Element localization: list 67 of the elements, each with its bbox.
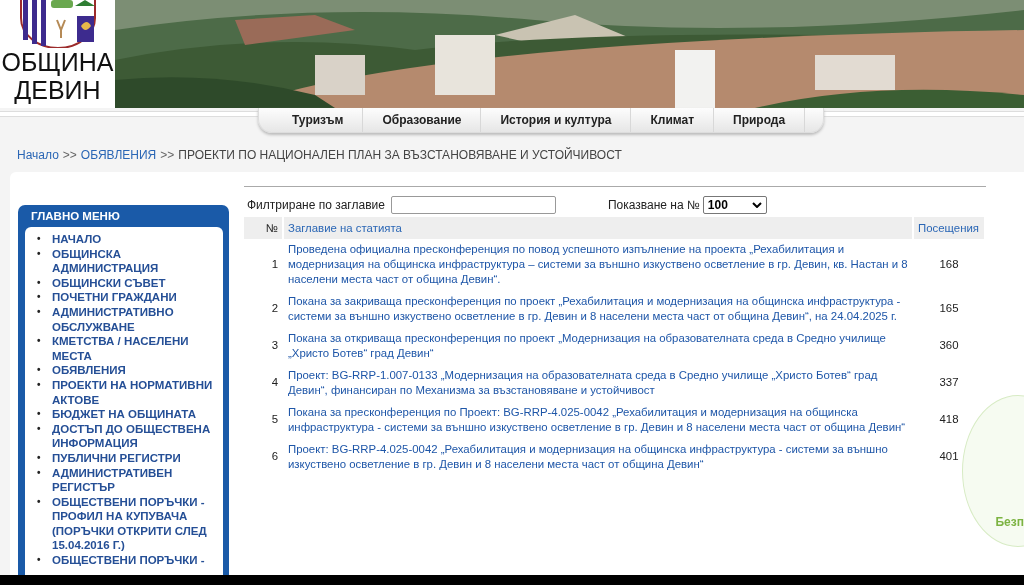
bullet: • xyxy=(37,304,42,319)
nav-link[interactable]: Туризъм xyxy=(273,108,364,132)
menu-item[interactable]: ПРОЕКТИ НА НОРМАТИВНИ АКТОВЕ xyxy=(52,377,221,408)
breadcrumb-separator: >> xyxy=(160,148,175,162)
bullet: • xyxy=(37,334,42,349)
nav-link[interactable]: История и култура xyxy=(481,108,632,132)
visits-cell-text: 401 xyxy=(938,449,960,464)
bullet: • xyxy=(37,290,42,305)
menu-item[interactable]: ДОСТЪП ДО ОБЩЕСТВЕНА ИНФОРМАЦИЯ xyxy=(52,421,221,451)
visits-cell-text: 168 xyxy=(938,257,960,272)
menu-item[interactable]: АДМИНИСТРАТИВНО ОБСЛУЖВАНЕ xyxy=(52,304,221,335)
row-number: 1 xyxy=(270,257,279,272)
bullet: • xyxy=(37,450,42,465)
breadcrumb-separator: >> xyxy=(62,148,77,162)
menu-item[interactable]: ОБЯВЛЕНИЯ xyxy=(52,363,126,378)
menu-item[interactable]: НАЧАЛО xyxy=(52,232,102,247)
visits-cell-text: 418 xyxy=(938,412,960,427)
visits-cell-text: 165 xyxy=(938,301,960,316)
bullet: • xyxy=(37,494,42,509)
visits-cell-text: 337 xyxy=(938,375,960,390)
site-title: ОБЩИНА xyxy=(1,48,114,76)
bullet: • xyxy=(37,553,42,568)
row-number: 3 xyxy=(270,338,279,353)
menu-item[interactable]: ОБЩИНСКА АДМИНИСТРАЦИЯ xyxy=(52,246,221,276)
bullet: • xyxy=(37,363,42,378)
page-size-dropdown[interactable]: 100 xyxy=(702,196,767,214)
bullet: • xyxy=(37,465,42,480)
breadcrumb-link[interactable]: Начало xyxy=(17,148,59,162)
page-size-label: Показване на № xyxy=(607,198,700,212)
menu-item[interactable]: ОБЩЕСТВЕНИ ПОРЪЧКИ - xyxy=(52,553,205,568)
row-number: 4 xyxy=(270,375,279,390)
bullet: • xyxy=(37,377,42,392)
bullet: • xyxy=(37,275,42,290)
bullet: • xyxy=(37,246,42,261)
column-header: № xyxy=(244,217,282,239)
bullet: • xyxy=(37,407,42,422)
menu-item[interactable]: ПОЧЕТНИ ГРАЖДАНИ xyxy=(52,290,177,305)
breadcrumb-link[interactable]: ОБЯВЛЕНИЯ xyxy=(80,148,157,162)
menu-item[interactable]: ОБЩЕСТВЕНИ ПОРЪЧКИ - ПРОФИЛ НА КУПУВАЧА (ПОРЪЧКИ ОТКРИТИ СЛЕД 15.04.2016 Г.) xyxy=(52,494,221,554)
nav-link[interactable]: Климат xyxy=(631,108,715,132)
article-link[interactable]: Покана за пресконференция по Проект: BG-RRP-4.025-0042 „Рехабилитация и модернизация на общинска инфраструктура - системи за външно изкуствено осветление в гр. Девин и 8 населени места част от община Девин“ xyxy=(284,401,912,438)
row-number: 2 xyxy=(270,301,279,316)
row-number: 6 xyxy=(270,449,279,464)
menu-item[interactable]: АДМИНИСТРАТИВЕН РЕГИСТЪР xyxy=(52,465,221,495)
filter-label: Филтриране по заглавие xyxy=(247,198,385,212)
article-link[interactable]: Проект: BG-RRP-1.007-0133 „Модернизация на образователната среда в Средно училище „Христо Ботев“ град Девин“, финансиран по Механизма за възстановяване и устойчивост xyxy=(284,364,912,401)
article-link[interactable]: Покана за откриваща пресконференция по проект „Модернизация на образователната среда в Средно училище „Христо Ботев“ град Девин“ xyxy=(284,327,912,364)
filter-field[interactable] xyxy=(390,196,556,214)
article-link[interactable]: Покана за закриваща пресконференция по проект „Рехабилитация и модернизация на общинска инфраструктура - системи за външно изкуствено осветление в гр. Девин и 8 населени места част от община Девин“, на 24.04.2025 г. xyxy=(284,290,912,327)
menu-item[interactable]: БЮДЖЕТ НА ОБЩИНАТА xyxy=(52,407,196,422)
menu-item[interactable]: ПУБЛИЧНИ РЕГИСТРИ xyxy=(52,450,181,466)
nav-link[interactable]: Образование xyxy=(363,108,482,132)
article-link[interactable]: Проект: BG-RRP-4.025-0042 „Рехабилитация и модернизация на общинска инфраструктура - системи за външно изкуствено осветление в гр. Девин и 8 населени места част от община Девин“ xyxy=(284,438,912,475)
menu-item[interactable]: КМЕТСТВА / НАСЕЛЕНИ МЕСТА xyxy=(52,334,221,364)
article-link[interactable]: Проведена официална пресконференция по повод успешното изпълнение на проекта „Рехабилитация и модернизация на общинска инфраструктура – системи за външно изкуствено осветление в гр. Девин, кв. Настан и 8 населени места част от община Девин“. xyxy=(284,239,912,290)
bullet: • xyxy=(37,232,42,246)
row-number: 5 xyxy=(270,412,279,427)
nav-link[interactable]: Природа xyxy=(714,108,806,132)
column-header[interactable]: Заглавие на статията xyxy=(284,217,912,239)
breadcrumb-current: ПРОЕКТИ ПО НАЦИОНАЛЕН ПЛАН ЗА ВЪЗСТАНОВЯВАНЕ И УСТОЙЧИВОСТ xyxy=(178,148,622,162)
column-header[interactable]: Посещения xyxy=(914,217,984,239)
bullet: • xyxy=(37,421,42,436)
visits-cell-text: 360 xyxy=(938,338,960,353)
site-title: ДЕВИН xyxy=(14,76,101,104)
chevron-icon xyxy=(751,202,762,208)
menu-title: ГЛАВНО МЕНЮ xyxy=(30,209,121,224)
menu-item[interactable]: ОБЩИНСКИ СЪВЕТ xyxy=(52,275,166,291)
